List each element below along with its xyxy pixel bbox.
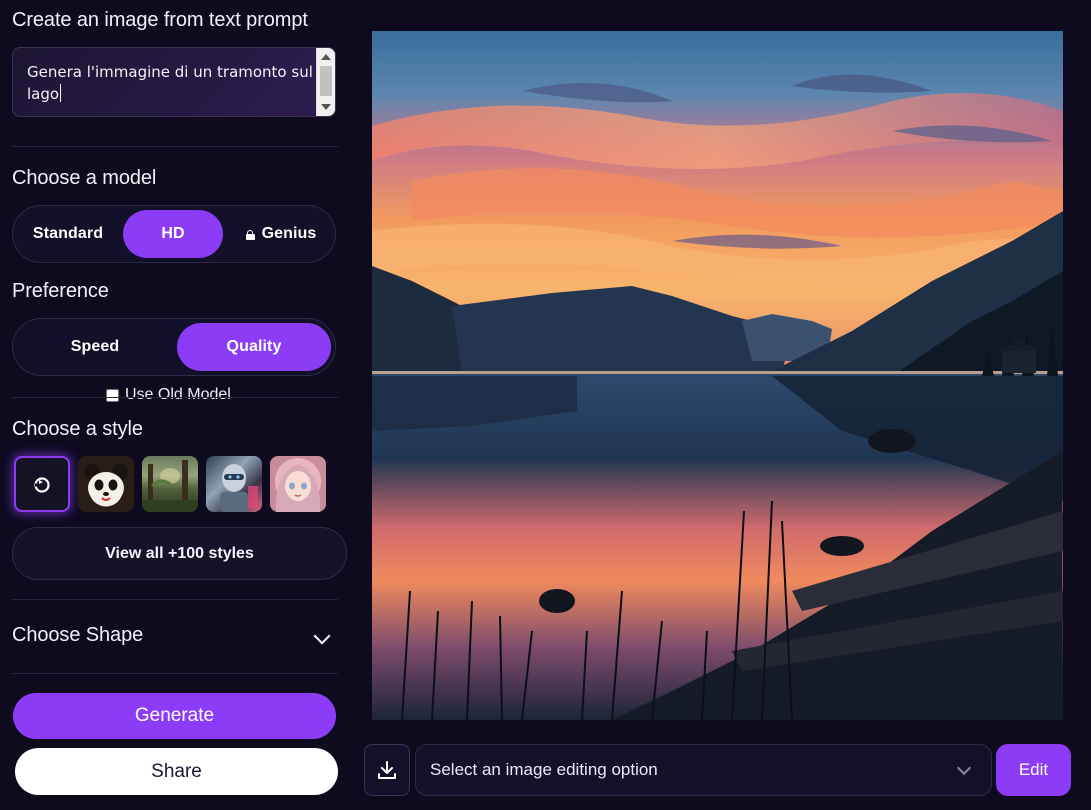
divider <box>12 599 338 600</box>
scroll-up-arrow-icon[interactable] <box>321 54 331 60</box>
download-icon <box>378 761 396 779</box>
style-robot-button[interactable] <box>206 456 262 512</box>
sidebar: Create an image from text prompt Genera … <box>0 0 350 810</box>
preference-speed-button[interactable]: Speed <box>17 323 173 371</box>
prompt-title: Create an image from text prompt <box>12 9 308 31</box>
model-title: Choose a model <box>12 167 157 189</box>
forest-thumbnail <box>142 460 198 512</box>
use-old-model-checkbox[interactable] <box>106 388 119 402</box>
style-anime-button[interactable] <box>270 456 326 512</box>
generated-image <box>372 31 1063 720</box>
divider <box>12 397 338 398</box>
style-title: Choose a style <box>12 418 143 440</box>
chevron-down-icon <box>313 627 331 645</box>
choose-shape-toggle[interactable]: Choose Shape <box>12 620 338 652</box>
preference-selector: Speed Quality <box>12 318 336 376</box>
prompt-text: Genera l'immagine di un tramonto sul lag… <box>27 63 313 103</box>
image-edit-option-select[interactable]: Select an image editing option <box>415 744 992 796</box>
model-standard-button[interactable]: Standard <box>17 210 119 258</box>
generate-button[interactable]: Generate <box>13 693 336 739</box>
edit-button[interactable]: Edit <box>996 744 1071 796</box>
style-thumbnails <box>14 456 326 512</box>
preference-title: Preference <box>12 280 109 302</box>
image-edit-option-placeholder: Select an image editing option <box>430 760 658 779</box>
prompt-textarea[interactable]: Genera l'immagine di un tramonto sul lag… <box>12 47 336 117</box>
no-style-icon <box>34 477 50 493</box>
share-button[interactable]: Share <box>15 748 338 795</box>
divider <box>12 146 338 147</box>
style-panda-button[interactable] <box>78 456 134 512</box>
style-forest-button[interactable] <box>142 456 198 512</box>
panda-thumbnail <box>84 464 128 504</box>
anime-girl-thumbnail <box>275 464 321 512</box>
view-all-styles-button[interactable]: View all +100 styles <box>12 527 347 580</box>
use-old-model-row: Use Old Model <box>106 386 231 404</box>
sunset-lake-image <box>372 31 1063 720</box>
scroll-down-arrow-icon[interactable] <box>321 104 331 110</box>
chevron-down-icon <box>956 760 972 776</box>
lock-icon <box>245 230 255 240</box>
model-genius-button[interactable]: Genius <box>229 210 333 258</box>
download-button[interactable] <box>364 744 410 796</box>
preference-quality-button[interactable]: Quality <box>177 323 331 371</box>
shape-title: Choose Shape <box>12 624 144 646</box>
textarea-scrollbar[interactable] <box>316 48 335 116</box>
model-selector: Standard HD Genius <box>12 205 336 263</box>
text-caret <box>60 84 62 102</box>
use-old-model-label: Use Old Model <box>125 386 231 403</box>
scroll-thumb[interactable] <box>320 66 332 96</box>
divider <box>12 673 338 674</box>
model-hd-button[interactable]: HD <box>123 210 223 258</box>
style-none-button[interactable] <box>14 456 70 512</box>
robot-thumbnail <box>220 464 258 512</box>
